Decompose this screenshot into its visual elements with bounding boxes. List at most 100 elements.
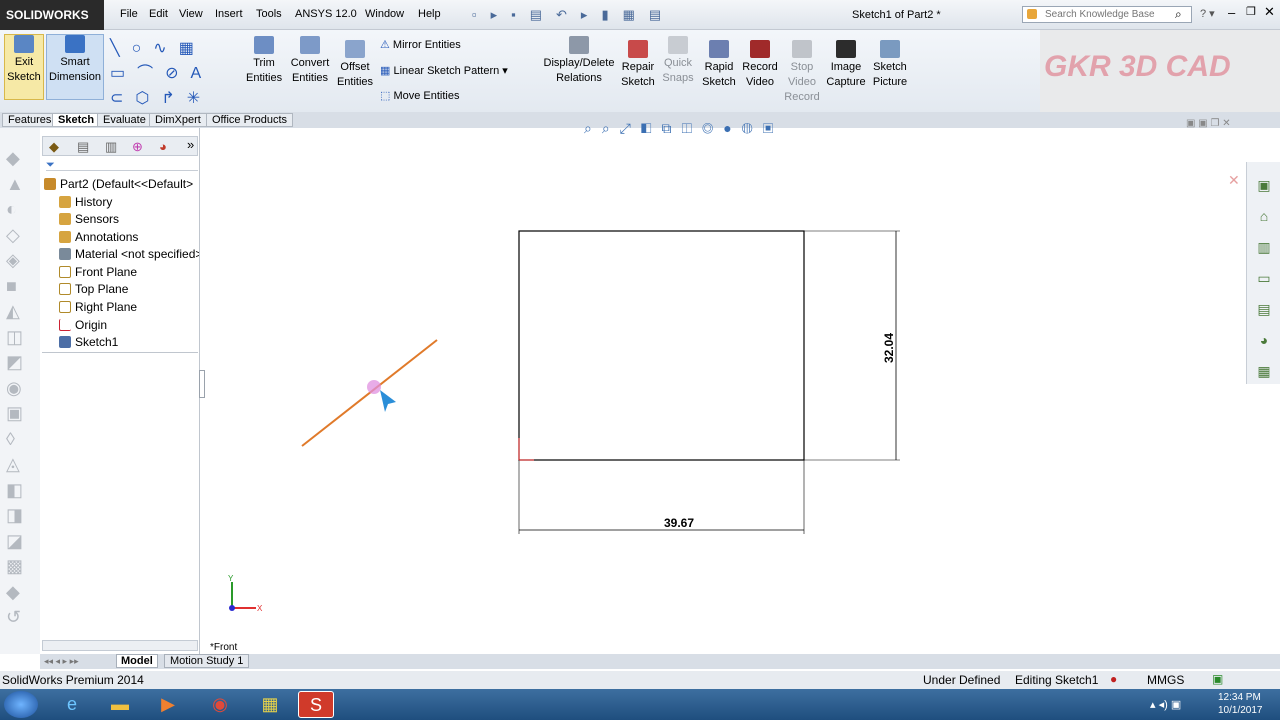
move-entities-button[interactable]: ⬚ Move Entities — [380, 89, 459, 102]
property-manager-icon[interactable]: ▤ — [77, 139, 89, 155]
tree-item-top-plane[interactable]: Top Plane — [59, 282, 128, 299]
media-player-icon[interactable]: ▶ — [150, 691, 186, 718]
tab-motion-study[interactable]: Motion Study 1 — [164, 654, 250, 668]
width-dimension-label[interactable]: 39.67 — [664, 516, 694, 530]
display-manager-icon[interactable]: ◕ — [159, 139, 167, 154]
construction-line[interactable] — [301, 339, 438, 447]
title-bar: SOLIDWORKS File Edit View Insert Tools A… — [0, 0, 1280, 30]
search-icon[interactable]: ⌕ — [1175, 7, 1182, 22]
tree-item-origin[interactable]: Origin — [59, 318, 107, 335]
search-input[interactable] — [1045, 8, 1170, 21]
menu-tools[interactable]: Tools — [256, 8, 282, 20]
mirror-entities-button[interactable]: ⚠ Mirror Entities — [380, 38, 461, 51]
help-status-icon[interactable]: ▣ — [1212, 672, 1223, 686]
tree-item-sensors[interactable]: Sensors — [59, 212, 119, 229]
chrome-icon[interactable]: ◉ — [202, 691, 238, 718]
sensors-icon — [59, 213, 71, 225]
expand-panel-icon[interactable]: » — [187, 137, 194, 152]
tree-item-part[interactable]: Part2 (Default<<Default> — [44, 177, 193, 194]
tree-item-sketch1[interactable]: Sketch1 — [59, 335, 118, 352]
restore-button[interactable]: ❐ — [1246, 5, 1256, 18]
task-pane: ▣ ⌂ ▥ ▭ ▤ ◕ ▦ — [1246, 162, 1280, 384]
confirmation-corner-cancel-icon[interactable]: ✕ — [1228, 172, 1240, 189]
graphics-area[interactable]: ⌕⌕⤢◧⧉◫◎●◍▣ ▣ ▣ ❐ ✕ 39.67 32.04 Y X *Fron… — [200, 118, 1246, 654]
tab-model[interactable]: Model — [116, 654, 158, 668]
manager-tabs[interactable]: ◆ ▤ ▥ ⊕ ◕ » — [42, 136, 198, 156]
sketch-entity-tools[interactable]: ╲○∿▦ ▭⌒⊘A ⊂⬡↱✳ — [110, 36, 238, 108]
tab-dimxpert[interactable]: DimXpert — [149, 113, 207, 127]
tab-features[interactable]: Features — [2, 113, 58, 127]
configuration-manager-icon[interactable]: ▥ — [105, 139, 117, 155]
sketch-picture-button[interactable]: Sketch Picture — [870, 40, 910, 90]
feature-manager-icon[interactable]: ◆ — [49, 139, 59, 155]
record-video-button[interactable]: Record Video — [742, 40, 778, 90]
start-button[interactable] — [4, 691, 38, 718]
file-explorer-icon[interactable]: ▬ — [102, 691, 138, 718]
tree-scrollbar[interactable] — [42, 640, 198, 651]
rebuild-icon[interactable]: ● — [1110, 672, 1117, 686]
tab-sketch[interactable]: Sketch — [52, 113, 101, 127]
task-pane-icons[interactable]: ▣ ⌂ ▥ ▭ ▤ ◕ ▦ — [1253, 170, 1275, 380]
tray-icons[interactable]: ▴ ◂) ▣ — [1150, 698, 1181, 711]
panel-collapse-handle[interactable] — [199, 370, 205, 398]
offset-icon — [345, 40, 365, 58]
sketch-canvas[interactable]: 39.67 32.04 Y X *Front — [200, 128, 1246, 654]
record-icon — [750, 40, 770, 58]
menu-file[interactable]: File — [120, 8, 138, 20]
tab-office-products[interactable]: Office Products — [206, 113, 293, 127]
close-button[interactable]: ✕ — [1264, 4, 1275, 20]
feature-icon-strip: ◆ ▲ ◐ ◇ ◈ ■ ◭ ◫ ◩ ◉ ▣ ◊ ◬ ◧ ◨ ◪ ▩ ◆ ↺ — [0, 128, 40, 654]
tree-item-annotations[interactable]: Annotations — [59, 230, 138, 247]
quick-snaps-button[interactable]: Quick Snaps — [662, 36, 694, 86]
feature-tool-icons[interactable]: ◆ ▲ ◐ ◇ ◈ ■ ◭ ◫ ◩ ◉ ▣ ◊ ◬ ◧ ◨ ◪ ▩ ◆ ↺ — [6, 146, 30, 627]
triad-y-label: Y — [228, 574, 234, 583]
menu-edit[interactable]: Edit — [149, 8, 168, 20]
tree-item-right-plane[interactable]: Right Plane — [59, 300, 137, 317]
relations-icon — [569, 36, 589, 54]
height-dimension-label[interactable]: 32.04 — [882, 333, 896, 363]
rapid-sketch-button[interactable]: Rapid Sketch — [702, 40, 736, 90]
plane-icon — [59, 283, 71, 295]
display-delete-relations-button[interactable]: Display/Delete Relations — [542, 36, 616, 86]
trim-entities-button[interactable]: Trim Entities — [246, 36, 282, 86]
search-box[interactable]: ⌕ — [1022, 6, 1192, 23]
pointer-icon — [380, 390, 396, 412]
stop-video-record-button[interactable]: Stop Video Record — [782, 40, 822, 105]
convert-entities-button[interactable]: Convert Entities — [288, 36, 332, 86]
triad-x-label: X — [257, 604, 263, 613]
exit-sketch-button[interactable]: Exit Sketch — [4, 34, 44, 100]
solidworks-logo[interactable]: SOLIDWORKS — [0, 0, 104, 30]
clock-time[interactable]: 12:34 PM — [1218, 692, 1261, 703]
menu-view[interactable]: View — [179, 8, 203, 20]
minimize-button[interactable]: – — [1228, 5, 1235, 20]
filter-icon: ⏷ — [46, 159, 55, 171]
menu-ansys[interactable]: ANSYS 12.0 — [295, 8, 357, 20]
sketch-rectangle[interactable] — [518, 230, 805, 461]
origin-icon — [59, 319, 71, 331]
sketch-state: Under Defined — [923, 673, 1001, 687]
help-icon[interactable]: ? ▾ — [1200, 7, 1215, 20]
repair-icon — [628, 40, 648, 58]
menu-insert[interactable]: Insert — [215, 8, 243, 20]
menu-help[interactable]: Help — [418, 8, 441, 20]
internet-explorer-icon[interactable]: e — [54, 691, 90, 718]
image-capture-button[interactable]: Image Capture — [826, 40, 866, 90]
linear-sketch-pattern-button[interactable]: ▦ Linear Sketch Pattern ▾ — [380, 64, 508, 77]
tab-scroll-arrows[interactable]: ◂◂ ◂ ▸ ▸▸ — [44, 656, 79, 667]
smart-dimension-button[interactable]: Smart Dimension — [46, 34, 104, 100]
unit-system[interactable]: MMGS — [1147, 673, 1184, 687]
tree-item-material[interactable]: Material <not specified> — [59, 247, 199, 264]
repair-sketch-button[interactable]: Repair Sketch — [620, 40, 656, 90]
clock-date[interactable]: 10/1/2017 — [1218, 705, 1263, 716]
offset-entities-button[interactable]: Offset Entities — [336, 40, 374, 90]
tree-item-front-plane[interactable]: Front Plane — [59, 265, 137, 282]
tree-filter[interactable]: ⏷ — [46, 159, 198, 171]
tree-item-history[interactable]: History — [59, 195, 112, 212]
tab-evaluate[interactable]: Evaluate — [97, 113, 152, 127]
app-icon[interactable]: ▦ — [252, 691, 288, 718]
dimxpert-manager-icon[interactable]: ⊕ — [132, 139, 143, 155]
quick-access-icons[interactable]: ▫▸▪▤↶▸▮▦▤ — [472, 7, 772, 23]
solidworks-taskbar-icon[interactable]: S — [298, 691, 334, 718]
command-manager: Exit Sketch Smart Dimension ╲○∿▦ ▭⌒⊘A ⊂⬡↱✳… — [0, 30, 1280, 112]
menu-window[interactable]: Window — [365, 8, 404, 20]
